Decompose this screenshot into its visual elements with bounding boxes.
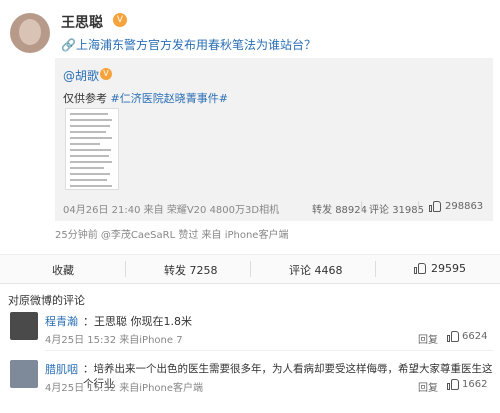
weibo-post-card: 王思聪 V 🔗上海浦东警方官方发布用春秋笔法为谁站台？ @胡歌 V 仅供参考 #…	[0, 0, 500, 413]
commenter-name[interactable]: 腊肌咽	[45, 361, 78, 377]
reply-button[interactable]: 回复	[418, 379, 438, 394]
comment-count: 4468	[314, 264, 343, 277]
quoted-repost-button[interactable]: 转发 88924	[312, 201, 367, 216]
quoted-text: 仅供参考 #仁济医院赵晓菁事件#	[63, 90, 228, 106]
thumbs-up-icon	[414, 263, 426, 274]
commenter-avatar[interactable]	[10, 312, 38, 340]
comment-like-count: 6624	[462, 331, 488, 342]
thumbs-up-icon	[447, 379, 459, 390]
author-avatar[interactable]	[10, 13, 50, 53]
repost-label: 转发	[164, 264, 186, 277]
divider: |	[360, 201, 364, 212]
quoted-repost-label: 转发	[312, 205, 332, 216]
comment-time: 4月25日 15:32 来自iPhone客户端	[45, 383, 204, 394]
comment-label: 评论	[289, 264, 311, 277]
thumbs-up-icon	[429, 201, 441, 212]
quoted-comment-label: 评论	[369, 205, 389, 216]
repost-button[interactable]: 转发 7258	[164, 262, 218, 278]
post-link[interactable]: 上海浦东警方官方发布用春秋笔法为谁站台？	[76, 38, 316, 52]
comment-like-count: 1662	[462, 379, 488, 390]
reply-button[interactable]: 回复	[418, 331, 438, 346]
author-name[interactable]: 王思聪	[61, 12, 103, 32]
document-image[interactable]	[65, 108, 119, 190]
quoted-verified-badge-icon: V	[100, 68, 112, 80]
link-icon: 🔗	[61, 38, 76, 52]
favorite-button[interactable]: 收藏	[52, 262, 74, 278]
thumbs-up-icon	[447, 331, 459, 342]
quoted-post: @胡歌 V 仅供参考 #仁济医院赵晓菁事件# 04月26日 21:40 来自 荣…	[55, 58, 493, 221]
quoted-comment-button[interactable]: 评论 31985	[369, 201, 424, 216]
post-text: 🔗上海浦东警方官方发布用春秋笔法为谁站台？	[61, 36, 316, 53]
commenter-name[interactable]: 程青瀚	[45, 313, 78, 329]
quoted-author[interactable]: @胡歌	[63, 67, 99, 84]
repost-count: 7258	[189, 264, 218, 277]
divider: |	[417, 201, 421, 212]
comment-text: ：王思聪 你现在1.8米	[83, 315, 192, 328]
commenter-avatar[interactable]	[10, 360, 38, 388]
post-meta: 25分钟前 @李茂CaeSaRL 赞过 来自 iPhone客户端	[55, 230, 289, 241]
divider	[45, 350, 493, 351]
quoted-meta: 04月26日 21:40 来自 荣耀V20 4800万3D相机	[63, 201, 279, 216]
like-count: 29595	[431, 262, 466, 275]
action-bar: 收藏 转发 7258 评论 4468 29595	[0, 254, 500, 284]
quoted-timestamp[interactable]: 04月26日 21:40	[63, 205, 140, 216]
quoted-like-count: 298863	[445, 201, 484, 212]
divider	[125, 261, 126, 277]
comment-button[interactable]: 评论 4468	[289, 262, 343, 278]
comments-header: 对原微博的评论	[8, 294, 85, 307]
quoted-hashtag[interactable]: #仁济医院赵晓菁事件#	[111, 92, 228, 105]
verified-badge-icon: V	[113, 13, 127, 27]
divider	[375, 261, 376, 277]
comment-time: 4月25日 15:32 来自iPhone 7	[45, 335, 183, 346]
quoted-source: 来自 荣耀V20 4800万3D相机	[143, 205, 280, 216]
quoted-text-prefix: 仅供参考	[63, 92, 107, 105]
divider	[250, 261, 251, 277]
